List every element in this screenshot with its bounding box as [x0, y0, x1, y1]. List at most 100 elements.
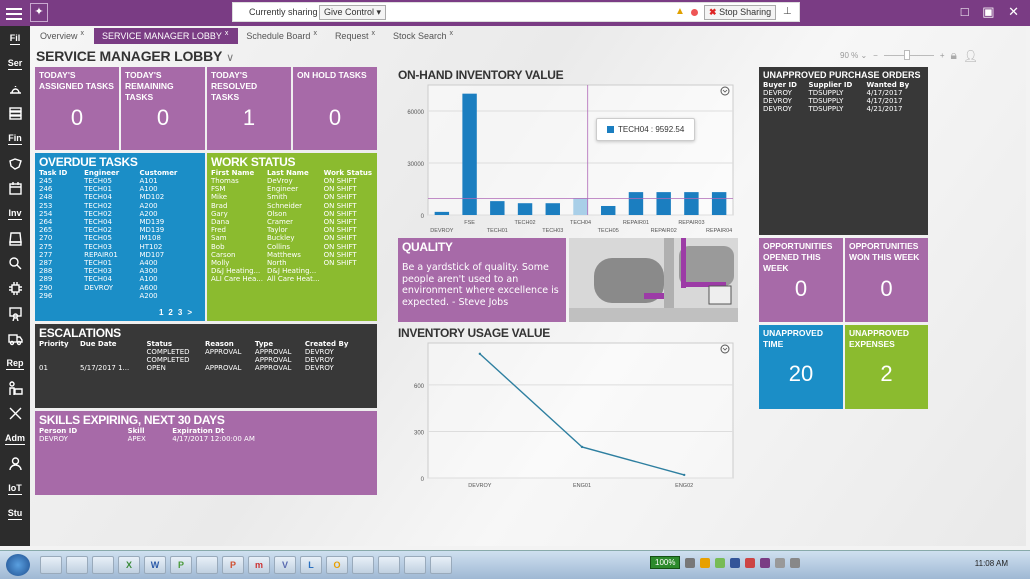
zoom-slider[interactable]	[883, 50, 934, 60]
table-row[interactable]: Sam Buckley ON SHIFT	[211, 234, 376, 242]
close-tab-icon[interactable]: x	[313, 30, 317, 37]
taskbar-app-icon[interactable]	[404, 556, 426, 574]
zoom-slider-thumb[interactable]	[903, 50, 910, 60]
tab-request[interactable]: Request x	[327, 28, 385, 44]
network-icon[interactable]	[685, 557, 696, 568]
table-row[interactable]: 277 REPAIR01 MD107	[39, 251, 199, 259]
taskbar-app-icon[interactable]	[378, 556, 400, 574]
table-row[interactable]: 264 TECH04 MD139	[39, 218, 199, 226]
table-row[interactable]: FSM Engineer ON SHIFT	[211, 185, 376, 193]
user-lock-icon[interactable]: 👤︎	[963, 49, 978, 63]
tray-app-icon[interactable]	[700, 557, 711, 568]
table-row[interactable]: 01 5/17/2017 1... OPEN APPROVAL APPROVAL DEVR…	[39, 364, 364, 372]
table-row[interactable]: DEVROY TDSUPPLY 4/17/2017	[763, 97, 923, 105]
taskbar-app-icon[interactable]	[66, 556, 88, 574]
sidebar-item-ser[interactable]: Ser	[0, 51, 30, 76]
bar-devroy[interactable]	[434, 211, 450, 215]
kpi-on-hold-tasks[interactable]: ON HOLD TASKS 0	[293, 67, 377, 150]
kpi-assigned-tasks[interactable]: TODAY'S ASSIGNED TASKS 0	[35, 67, 119, 150]
tab-stock-search[interactable]: Stock Search x	[385, 28, 463, 44]
page-link[interactable]: 1	[159, 308, 168, 317]
chevron-down-icon[interactable]: ∨	[226, 52, 234, 64]
bluetooth-icon[interactable]	[730, 557, 741, 568]
sidebar-item-fil[interactable]: Fil	[0, 26, 30, 51]
taskbar-app-icon[interactable]: m	[248, 556, 270, 574]
pin-icon[interactable]: ⊥	[783, 6, 792, 17]
lock-icon[interactable]: 🔒︎	[951, 48, 957, 63]
taskbar-app-icon[interactable]: L	[300, 556, 322, 574]
tab-overview[interactable]: Overview x	[32, 28, 94, 44]
point-eng02[interactable]	[683, 473, 686, 477]
close-tab-icon[interactable]: x	[450, 30, 454, 37]
kpi-resolved-tasks[interactable]: TODAY'S RESOLVED TASKS 1	[207, 67, 291, 150]
battery-indicator[interactable]: 100%	[650, 556, 681, 569]
taskbar-app-icon[interactable]	[92, 556, 114, 574]
sidebar-item-adm[interactable]: Adm	[0, 426, 30, 451]
bar-tech03[interactable]	[545, 203, 560, 215]
table-row[interactable]: 265 TECH02 MD139	[39, 226, 199, 234]
zoom-in-button[interactable]: +	[940, 51, 945, 60]
zoom-select[interactable]: 90 % ⌄	[840, 51, 867, 60]
bar-fse[interactable]	[462, 93, 477, 215]
table-row[interactable]: ALI Care Hea... All Care Heat...	[211, 275, 376, 283]
bar-tech05[interactable]	[601, 205, 616, 215]
sidebar-item-stu[interactable]: Stu	[0, 501, 30, 526]
sidebar-item-inv[interactable]: Inv	[0, 201, 30, 226]
kpi-opportunities-won[interactable]: OPPORTUNITIES WON THIS WEEK 0	[845, 238, 928, 322]
table-row[interactable]: Thomas DeVroy ON SHIFT	[211, 177, 376, 185]
bar-repair03[interactable]	[684, 192, 699, 215]
sidebar-item-user[interactable]	[0, 451, 30, 476]
sidebar-item-truck[interactable]	[0, 326, 30, 351]
sidebar-item-drive[interactable]	[0, 226, 30, 251]
page-link[interactable]: 2	[168, 308, 177, 317]
bar-tech04[interactable]	[573, 198, 588, 215]
clock[interactable]: 11:08 AM	[975, 559, 1008, 568]
sidebar-item-technician[interactable]	[0, 376, 30, 401]
table-row[interactable]: 246 TECH01 A100	[39, 185, 199, 193]
window-controls[interactable]: □ ▣ ✕	[961, 4, 1024, 20]
kpi-unapproved-expenses[interactable]: UNAPPROVED EXPENSES 2	[845, 325, 928, 409]
table-row[interactable]: 253 TECH02 A200	[39, 202, 199, 210]
bar-tech02[interactable]	[517, 203, 533, 215]
table-row[interactable]: 275 TECH03 HT102	[39, 243, 199, 251]
table-row[interactable]: COMPLETED APPROVAL APPROVAL DEVROY	[39, 348, 364, 356]
table-row[interactable]: DEVROY APEX 4/17/2017 12:00:00 AM	[39, 435, 359, 443]
taskbar-app-icon[interactable]: W	[144, 556, 166, 574]
give-control-button[interactable]: Give Control ▾	[319, 5, 387, 20]
table-row[interactable]: 245 TECH05 A101	[39, 177, 199, 185]
sidebar-item-calendar[interactable]	[0, 176, 30, 201]
table-row[interactable]: Carson Matthews ON SHIFT	[211, 251, 376, 259]
tray-app-icon[interactable]	[715, 557, 726, 568]
table-row[interactable]: Fred Taylor ON SHIFT	[211, 226, 376, 234]
table-row[interactable]: Gary Olson ON SHIFT	[211, 210, 376, 218]
close-tab-icon[interactable]: x	[371, 30, 375, 37]
tab-service-manager-lobby[interactable]: SERVICE MANAGER LOBBY x	[94, 28, 239, 44]
sidebar-item-bell[interactable]	[0, 76, 30, 101]
kpi-remaining-tasks[interactable]: TODAY'S REMAINING TASKS 0	[121, 67, 205, 150]
sidebar-item-rep[interactable]: Rep	[0, 351, 30, 376]
sidebar-item-tools[interactable]	[0, 401, 30, 426]
table-row[interactable]: 248 TECH04 MD102	[39, 193, 199, 201]
table-row[interactable]: Brad Schneider ON SHIFT	[211, 202, 376, 210]
kpi-unapproved-time[interactable]: UNAPPROVED TIME 20	[759, 325, 843, 409]
bar-repair02[interactable]	[656, 192, 671, 215]
bar-repair04[interactable]	[711, 192, 727, 215]
point-eng01[interactable]	[580, 445, 584, 449]
table-row[interactable]: DEVROY TDSUPPLY 4/17/2017	[763, 89, 923, 97]
sidebar-item-chip[interactable]	[0, 276, 30, 301]
menu-icon[interactable]	[6, 5, 22, 21]
sidebar-item-list[interactable]	[0, 101, 30, 126]
volume-icon[interactable]	[775, 557, 786, 568]
table-row[interactable]: 288 TECH03 A300	[39, 267, 199, 275]
sidebar-item-iot[interactable]: IoT	[0, 476, 30, 501]
table-row[interactable]: 296 A200	[39, 292, 199, 300]
taskbar-app-icon[interactable]: O	[326, 556, 348, 574]
table-row[interactable]: 270 TECH05 IM108	[39, 234, 199, 242]
bar-repair01[interactable]	[628, 192, 644, 215]
point-devroy[interactable]	[478, 352, 482, 356]
tab-schedule-board[interactable]: Schedule Board x	[238, 28, 327, 44]
taskbar-app-icon[interactable]	[430, 556, 452, 574]
zoom-out-button[interactable]: −	[873, 51, 878, 60]
onenote-icon[interactable]	[760, 557, 771, 568]
sidebar-item-search[interactable]	[0, 251, 30, 276]
